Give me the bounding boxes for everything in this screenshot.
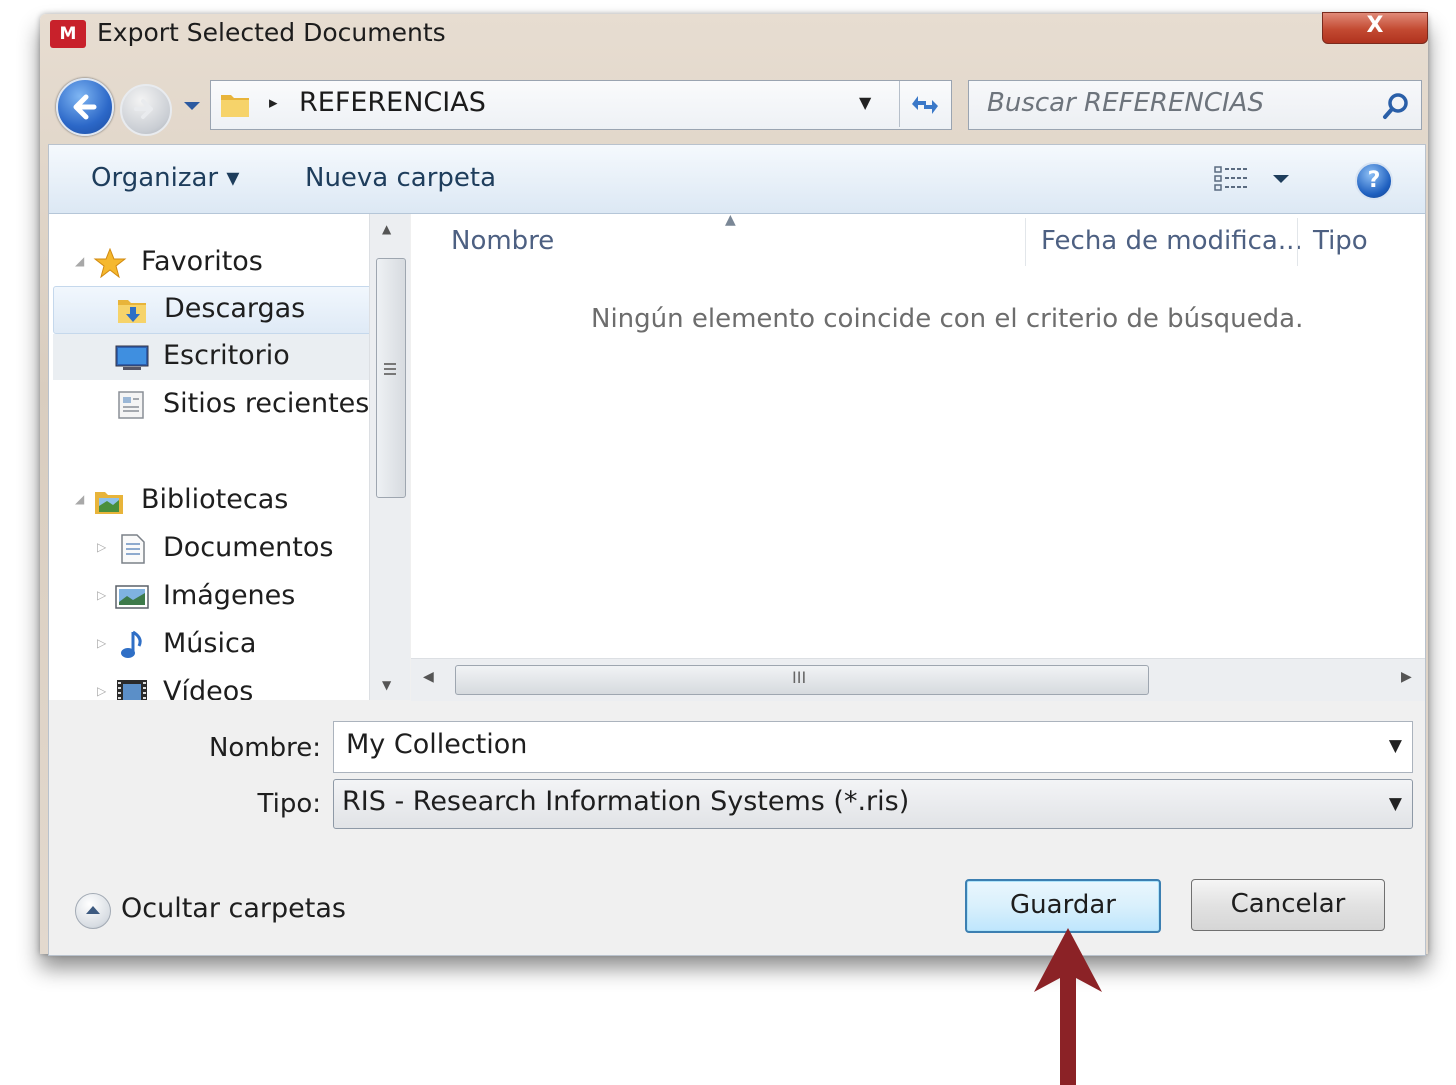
chevron-down-icon[interactable]: ▼ — [1389, 794, 1402, 814]
nav-group-bibliotecas[interactable]: ◢ Bibliotecas — [49, 478, 367, 524]
change-view-button[interactable] — [1213, 163, 1293, 195]
downloads-folder-icon — [118, 300, 146, 323]
sidebar-item-label: Música — [163, 628, 257, 659]
desktop-icon — [115, 345, 149, 370]
star-icon — [93, 248, 127, 278]
scroll-up-icon[interactable]: ▲ — [382, 222, 391, 236]
grip-icon: III — [792, 668, 807, 687]
arrow-left-icon — [73, 94, 97, 120]
forward-button[interactable] — [120, 84, 172, 136]
sidebar-item-label: Documentos — [163, 532, 334, 563]
expand-arrow-icon[interactable]: ▷ — [97, 636, 106, 650]
command-bar: Organizar ▾ Nueva carpeta ? — [49, 145, 1425, 214]
column-divider[interactable] — [1025, 218, 1026, 266]
refresh-icon — [912, 96, 938, 114]
sidebar-item-descargas[interactable]: Descargas — [53, 286, 373, 334]
collapse-arrow-icon[interactable]: ◢ — [75, 492, 84, 506]
address-dropdown-icon[interactable]: ▼ — [859, 93, 871, 112]
navigation-pane: ◢ Favoritos Descargas Escritorio Sitios … — [49, 214, 409, 700]
sidebar-item-sitios-recientes[interactable]: Sitios recientes — [53, 382, 371, 428]
cancel-button[interactable]: Cancelar — [1191, 879, 1385, 931]
sidebar-item-escritorio[interactable]: Escritorio — [53, 334, 371, 380]
sort-indicator-icon: ▲ — [725, 212, 736, 228]
hide-folders-button[interactable]: Ocultar carpetas — [75, 891, 375, 931]
filename-label: Nombre: — [208, 733, 321, 763]
arrow-right-icon — [134, 99, 153, 119]
column-header-date[interactable]: Fecha de modifica... — [1041, 226, 1303, 256]
scroll-down-icon[interactable]: ▼ — [382, 678, 391, 692]
expand-arrow-icon[interactable]: ▷ — [97, 684, 106, 698]
favorites-label: Favoritos — [141, 246, 263, 277]
libraries-icon — [95, 492, 123, 514]
navigation-scrollbar[interactable]: ▲ ▼ — [369, 214, 410, 700]
sidebar-item-label: Sitios recientes — [163, 388, 370, 419]
close-button[interactable]: X — [1322, 12, 1428, 44]
annotation-arrow-icon — [1034, 928, 1102, 1085]
empty-results-message: Ningún elemento coincide con el criterio… — [591, 304, 1304, 334]
scrollbar-thumb[interactable]: III — [455, 665, 1149, 695]
sidebar-item-imagenes[interactable]: ▷ Imágenes — [53, 574, 371, 620]
libraries-label: Bibliotecas — [141, 484, 289, 515]
scroll-left-icon[interactable]: ◀ — [423, 669, 434, 685]
chevron-down-icon[interactable]: ▼ — [1389, 736, 1402, 756]
column-header-name[interactable]: Nombre — [451, 226, 554, 256]
search-input[interactable]: Buscar REFERENCIAS — [968, 80, 1422, 130]
horizontal-scrollbar[interactable]: ◀ III ▶ — [411, 658, 1425, 701]
folder-icon — [219, 89, 251, 119]
column-header-type[interactable]: Tipo — [1313, 226, 1368, 256]
sidebar-item-label: Vídeos — [163, 676, 254, 700]
search-placeholder: Buscar REFERENCIAS — [987, 88, 1264, 118]
filetype-label: Tipo: — [257, 789, 321, 819]
expand-arrow-icon[interactable]: ▷ — [97, 540, 106, 554]
pictures-icon — [115, 585, 149, 609]
grip-icon — [384, 363, 396, 365]
breadcrumb-chevron-icon[interactable]: ▸ — [269, 93, 278, 113]
window-title: Export Selected Documents — [97, 18, 446, 47]
column-divider[interactable] — [1297, 218, 1298, 266]
videos-film-icon — [117, 680, 147, 700]
filename-field[interactable]: My Collection ▼ — [333, 721, 1413, 773]
scrollbar-thumb[interactable] — [376, 258, 406, 498]
recent-locations-dropdown[interactable] — [180, 96, 204, 116]
chevron-up-icon — [75, 893, 111, 929]
new-folder-button[interactable]: Nueva carpeta — [305, 163, 496, 193]
organize-menu-button[interactable]: Organizar ▾ — [91, 163, 239, 193]
file-list[interactable]: ▲ Nombre Fecha de modifica... Tipo Ningú… — [411, 212, 1425, 701]
refresh-button[interactable] — [899, 81, 950, 127]
music-note-icon — [121, 630, 142, 658]
filename-value[interactable]: My Collection — [346, 729, 527, 760]
nav-group-favorites[interactable]: ◢ Favoritos — [49, 240, 367, 286]
address-bar[interactable]: ▸ REFERENCIAS ▼ — [210, 80, 952, 130]
save-dialog-window: M Export Selected Documents X ▸ REFERENC… — [40, 12, 1428, 956]
collapse-arrow-icon[interactable]: ◢ — [75, 254, 84, 268]
details-view-icon — [1214, 166, 1289, 191]
sidebar-item-musica[interactable]: ▷ Música — [53, 622, 371, 668]
sidebar-item-label: Descargas — [164, 293, 306, 324]
sidebar-item-documentos[interactable]: ▷ Documentos — [53, 526, 371, 572]
search-icon[interactable] — [1381, 91, 1411, 121]
filetype-select[interactable]: RIS - Research Information Systems (*.ri… — [333, 779, 1413, 829]
app-logo-icon: M — [50, 20, 86, 48]
expand-arrow-icon[interactable]: ▷ — [97, 588, 106, 602]
hide-folders-label: Ocultar carpetas — [121, 893, 346, 924]
recent-places-icon — [118, 391, 144, 419]
chevron-down-icon — [184, 102, 200, 110]
breadcrumb-current-folder[interactable]: REFERENCIAS — [299, 87, 486, 118]
scroll-right-icon[interactable]: ▶ — [1401, 669, 1412, 685]
title-bar: M Export Selected Documents X — [40, 12, 1428, 66]
back-button[interactable] — [56, 78, 114, 136]
documents-icon — [121, 534, 145, 564]
sidebar-item-label: Escritorio — [163, 340, 290, 371]
sidebar-item-videos[interactable]: ▷ Vídeos — [53, 670, 371, 700]
filetype-value: RIS - Research Information Systems (*.ri… — [342, 786, 910, 817]
dialog-body: Organizar ▾ Nueva carpeta ? ◢ Favoritos … — [48, 144, 1426, 956]
help-button[interactable]: ? — [1355, 162, 1393, 200]
sidebar-item-label: Imágenes — [163, 580, 296, 611]
